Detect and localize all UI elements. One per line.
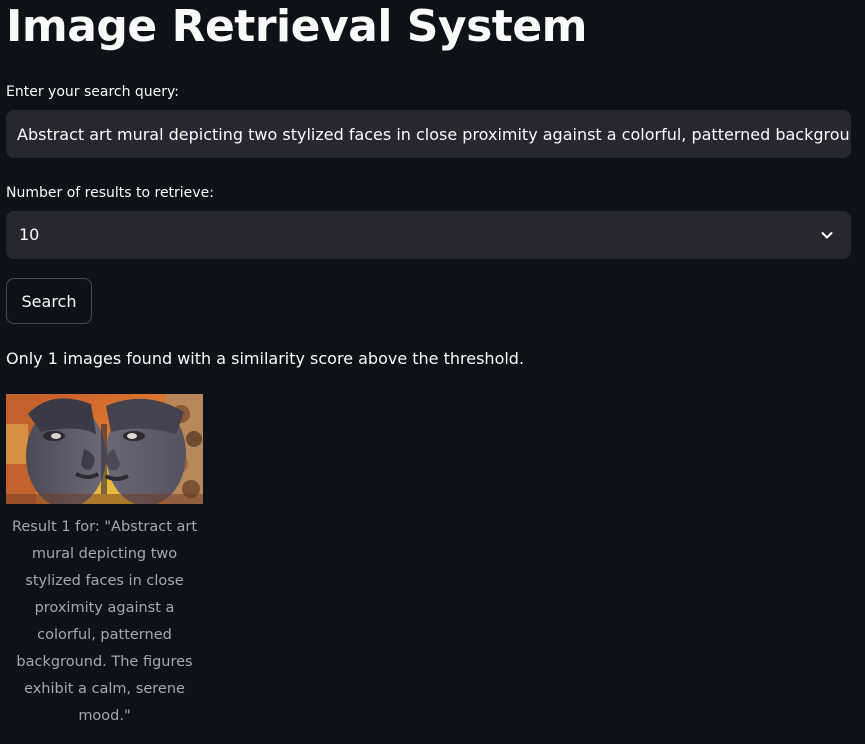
result-caption: Result 1 for: "Abstract art mural depict… [11,519,198,724]
result-image [6,394,203,504]
search-button[interactable]: Search [6,278,92,324]
results-status-text: Only 1 images found with a similarity sc… [6,349,525,368]
query-label: Enter your search query: [6,84,180,100]
page-title: Image Retrieval System [6,1,588,52]
result-count-value: 10 [19,225,40,244]
chevron-down-icon[interactable] [819,227,835,243]
app-page: Image Retrieval System Enter your search… [0,0,865,744]
search-query-input[interactable] [6,110,851,158]
count-label: Number of results to retrieve: [6,185,214,201]
result-count-select[interactable]: 10 [6,211,851,259]
